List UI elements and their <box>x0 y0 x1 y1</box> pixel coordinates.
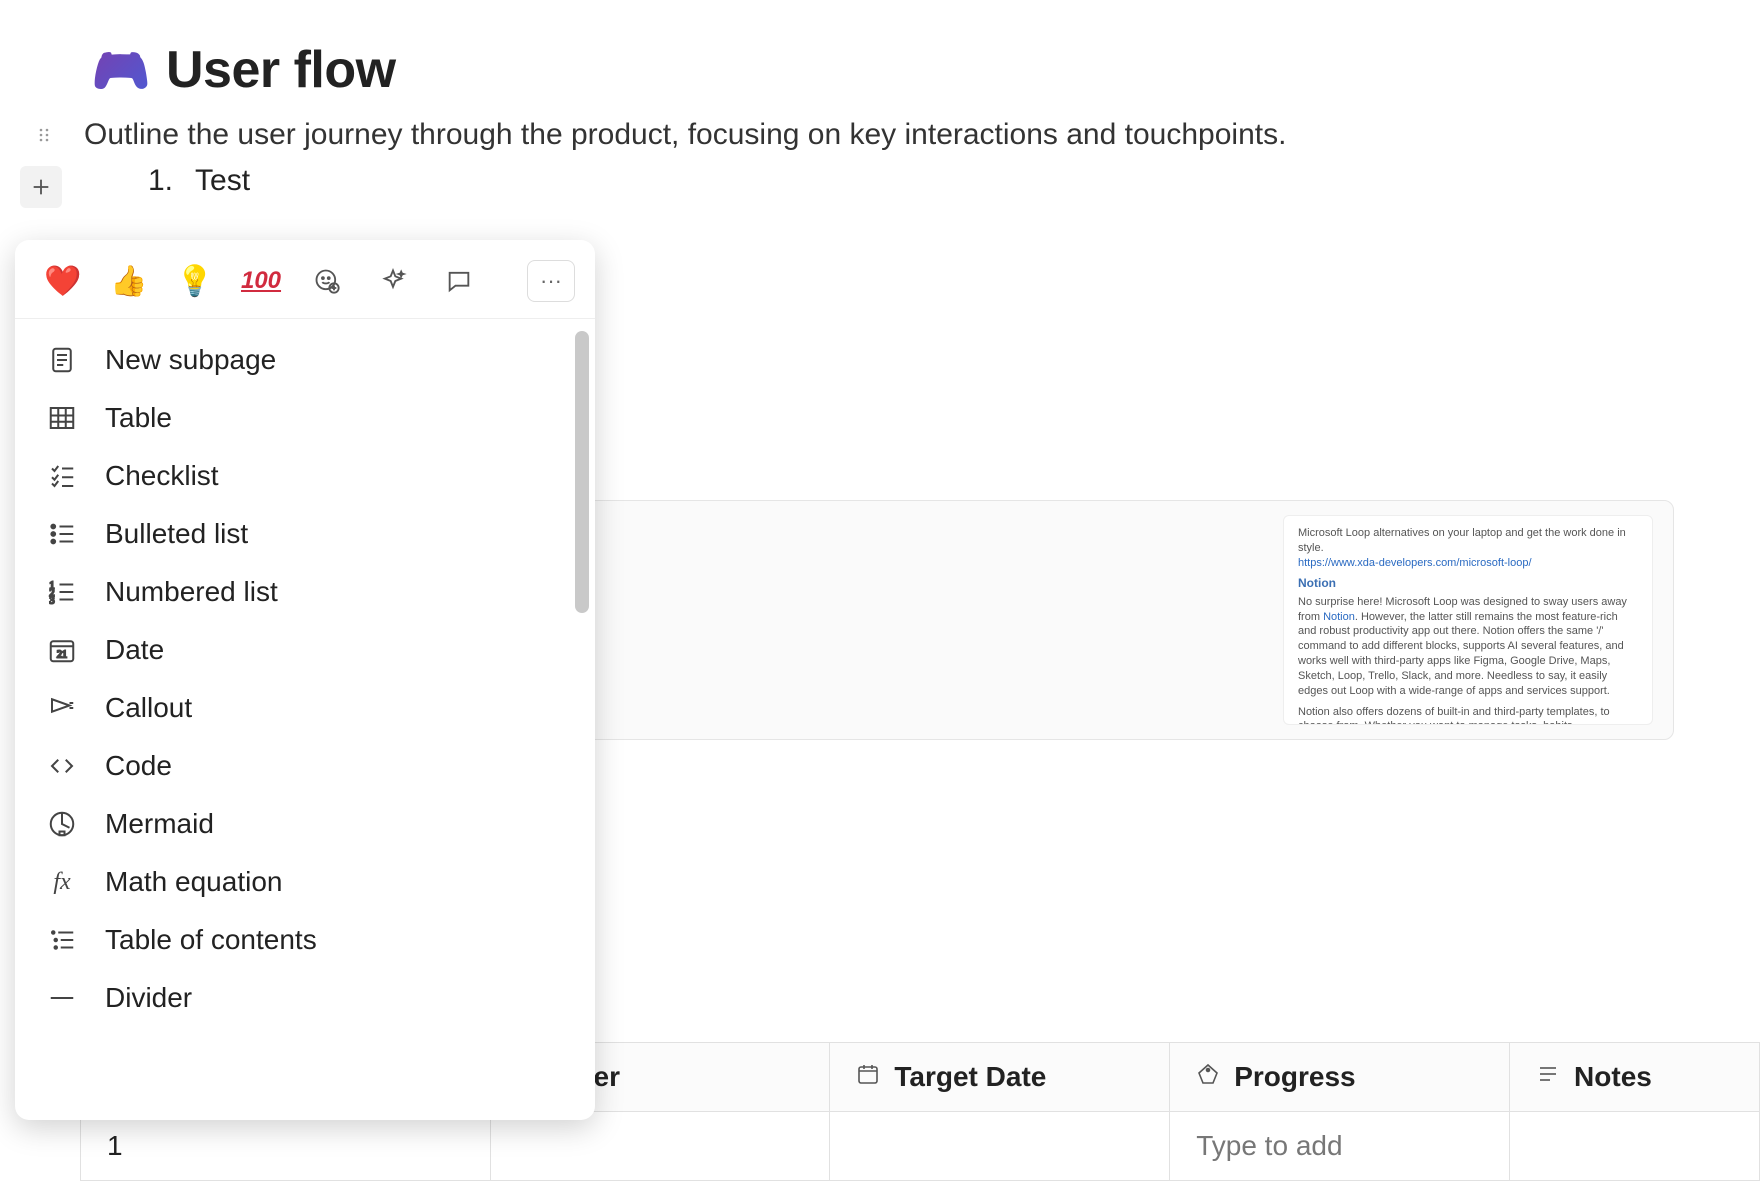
menu-item-bulleted-list[interactable]: Bulleted list <box>15 505 595 563</box>
menu-label: New subpage <box>105 344 276 376</box>
menu-item-divider[interactable]: Divider <box>15 969 595 1027</box>
menu-label: Code <box>105 750 172 782</box>
date-icon <box>856 1061 880 1093</box>
insert-block-popup: ❤️ 👍 💡 100 ··· New subpage <box>15 240 595 1120</box>
menu-item-code[interactable]: Code <box>15 737 595 795</box>
list-text[interactable]: Test <box>195 164 250 198</box>
divider <box>15 318 595 319</box>
menu-item-numbered-list[interactable]: 123 Numbered list <box>15 563 595 621</box>
menu-label: Date <box>105 634 164 666</box>
mermaid-icon <box>45 807 79 841</box>
more-button[interactable]: ··· <box>527 260 575 302</box>
menu-label: Numbered list <box>105 576 278 608</box>
code-icon <box>45 749 79 783</box>
drag-handle-icon[interactable] <box>30 121 58 149</box>
list-number: 1. <box>148 164 173 198</box>
outline-description[interactable]: Outline the user journey through the pro… <box>62 118 1286 152</box>
menu-item-callout[interactable]: Callout <box>15 679 595 737</box>
menu-item-checklist[interactable]: Checklist <box>15 447 595 505</box>
menu-label: Mermaid <box>105 808 214 840</box>
table-cell-placeholder[interactable]: Type to add <box>1170 1112 1510 1181</box>
idea-reaction[interactable]: 💡 <box>175 261 215 301</box>
menu-label: Math equation <box>105 866 282 898</box>
subpage-icon <box>45 343 79 377</box>
menu-item-toc[interactable]: Table of contents <box>15 911 595 969</box>
table-header-notes[interactable]: Notes <box>1510 1043 1760 1112</box>
add-block-button[interactable] <box>20 166 62 208</box>
math-icon: fx <box>45 865 79 899</box>
divider-icon <box>45 981 79 1015</box>
menu-label: Divider <box>105 982 192 1014</box>
file-preview-thumbnail: Microsoft Loop alternatives on your lapt… <box>1283 515 1653 725</box>
table-icon <box>45 401 79 435</box>
thumbs-up-reaction[interactable]: 👍 <box>109 261 149 301</box>
lines-icon <box>1536 1061 1560 1093</box>
toc-icon <box>45 923 79 957</box>
comment-icon[interactable] <box>439 261 479 301</box>
menu-item-date[interactable]: 21 Date <box>15 621 595 679</box>
table-cell[interactable]: 1 <box>81 1112 491 1181</box>
list-item[interactable]: 1. Test <box>148 164 250 198</box>
tag-icon <box>1196 1061 1220 1093</box>
sparkle-icon[interactable] <box>373 261 413 301</box>
checklist-icon <box>45 459 79 493</box>
table-cell[interactable] <box>830 1112 1170 1181</box>
menu-item-mermaid[interactable]: Mermaid <box>15 795 595 853</box>
menu-item-table[interactable]: Table <box>15 389 595 447</box>
add-emoji-icon[interactable] <box>307 261 347 301</box>
popup-scrollbar[interactable] <box>575 331 589 613</box>
menu-label: Table of contents <box>105 924 317 956</box>
table-header-target-date[interactable]: Target Date <box>830 1043 1170 1112</box>
page-title[interactable]: User flow <box>166 40 396 100</box>
svg-text:3: 3 <box>50 595 55 606</box>
menu-label: Bulleted list <box>105 518 248 550</box>
svg-text:21: 21 <box>57 650 67 661</box>
menu-label: Callout <box>105 692 192 724</box>
date-icon: 21 <box>45 633 79 667</box>
hundred-reaction[interactable]: 100 <box>241 261 281 301</box>
menu-item-math[interactable]: fx Math equation <box>15 853 595 911</box>
table-header-progress[interactable]: Progress <box>1170 1043 1510 1112</box>
table-cell[interactable] <box>490 1112 830 1181</box>
heart-reaction[interactable]: ❤️ <box>43 261 83 301</box>
numbered-list-icon: 123 <box>45 575 79 609</box>
menu-label: Checklist <box>105 460 219 492</box>
page-icon[interactable]: 🎮 <box>92 41 150 99</box>
callout-icon <box>45 691 79 725</box>
menu-item-new-subpage[interactable]: New subpage <box>15 331 595 389</box>
table-row[interactable]: 1 Type to add <box>81 1112 1760 1181</box>
table-cell[interactable] <box>1510 1112 1760 1181</box>
menu-label: Table <box>105 402 172 434</box>
bulleted-list-icon <box>45 517 79 551</box>
